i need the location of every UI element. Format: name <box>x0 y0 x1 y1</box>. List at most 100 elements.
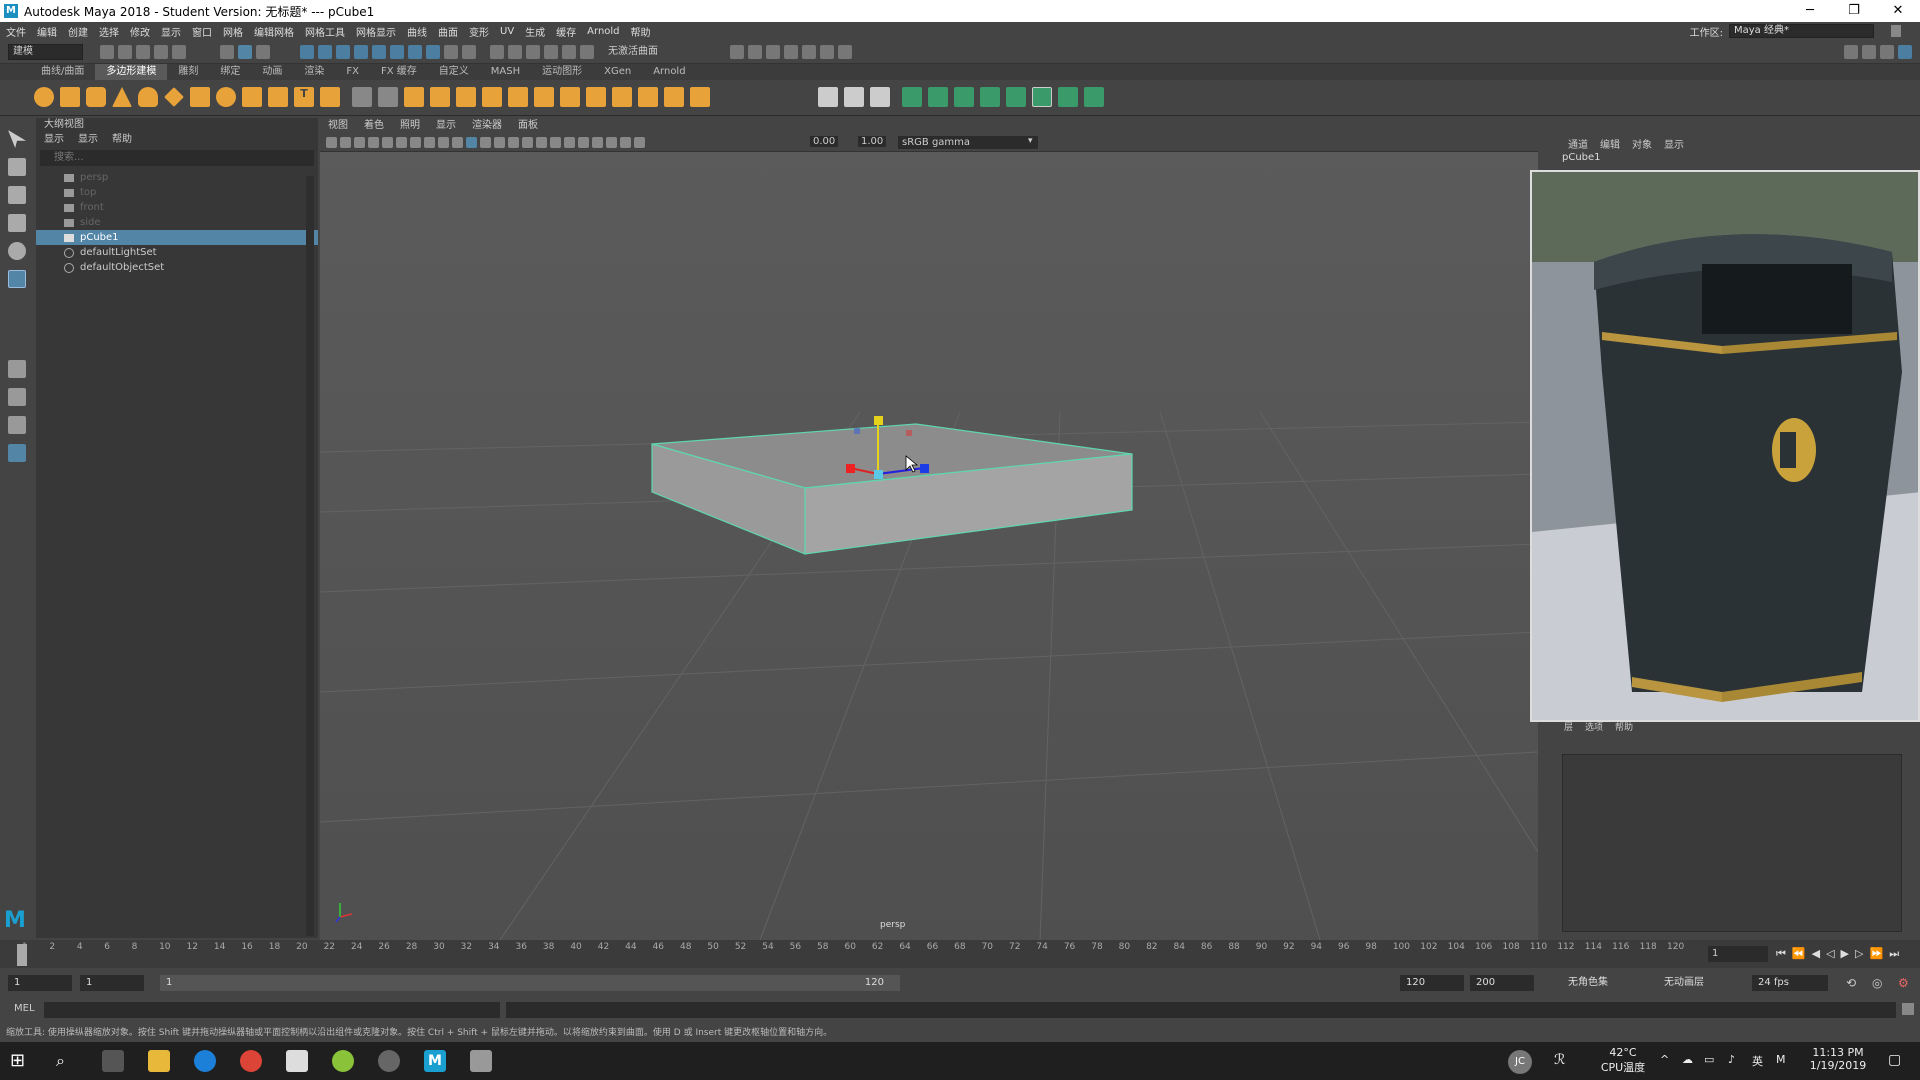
step-forward-frame-icon[interactable]: ▷ <box>1855 947 1863 961</box>
auto-key-icon[interactable]: ◎ <box>1872 976 1882 990</box>
menu-select[interactable]: 选择 <box>99 24 119 39</box>
select-object-icon[interactable] <box>238 45 252 59</box>
outliner-menu-show[interactable]: 显示 <box>78 132 98 148</box>
uv-editor-icon[interactable] <box>870 87 890 107</box>
reset-transform-icon[interactable] <box>1006 87 1026 107</box>
outliner-item-side[interactable]: side <box>36 215 318 230</box>
3d-viewport[interactable]: persp <box>320 152 1538 940</box>
mask-curves-icon[interactable] <box>336 45 350 59</box>
menu-edit[interactable]: 编辑 <box>37 24 57 39</box>
outliner-item-defaultlightset[interactable]: defaultLightSet <box>36 245 318 260</box>
color-space-dropdown[interactable]: sRGB gamma <box>898 136 1038 149</box>
poly-pyramid-icon[interactable] <box>242 87 262 107</box>
minimize-icon[interactable]: ─ <box>1788 0 1832 22</box>
ambient-occlusion-icon[interactable] <box>536 137 547 148</box>
reference-image-window[interactable] <box>1530 170 1920 722</box>
menu-generate[interactable]: 生成 <box>525 24 545 39</box>
ipr-render-icon[interactable] <box>766 45 780 59</box>
playback-end-field[interactable]: 120 <box>1400 975 1464 991</box>
xray-joints-icon[interactable] <box>620 137 631 148</box>
volume-icon[interactable]: ♪ <box>1728 1053 1735 1066</box>
network-icon[interactable]: ▭ <box>1704 1053 1714 1066</box>
shelf-tab-custom[interactable]: 自定义 <box>428 64 480 80</box>
motion-blur-icon[interactable] <box>550 137 561 148</box>
open-scene-icon[interactable] <box>118 45 132 59</box>
range-slider-bar[interactable]: 1 120 <box>160 975 900 991</box>
menu-create[interactable]: 创建 <box>68 24 88 39</box>
modeling-toolkit-icon[interactable] <box>1844 45 1858 59</box>
preferences-icon[interactable]: ⚙ <box>1898 976 1909 990</box>
separate-icon[interactable] <box>378 87 398 107</box>
center-pivot-icon[interactable] <box>954 87 974 107</box>
menu-cache[interactable]: 缓存 <box>556 24 576 39</box>
fps-dropdown[interactable]: 24 fps <box>1752 975 1828 991</box>
undo-icon[interactable] <box>154 45 168 59</box>
manip-plane-handle[interactable] <box>906 430 912 436</box>
menu-arnold[interactable]: Arnold <box>587 26 619 37</box>
outliner-search-input[interactable]: 搜索... <box>40 150 314 166</box>
layer-list[interactable] <box>1562 754 1902 932</box>
snap-grid-icon[interactable] <box>490 45 504 59</box>
field-chart-icon[interactable] <box>438 137 449 148</box>
smooth-icon[interactable] <box>404 87 424 107</box>
mail-icon[interactable] <box>286 1050 308 1072</box>
shelf-tab-rigging[interactable]: 绑定 <box>209 64 251 80</box>
select-component-icon[interactable] <box>256 45 270 59</box>
planar-map-icon[interactable] <box>818 87 838 107</box>
render-frame-icon[interactable] <box>748 45 762 59</box>
channel-box-icon[interactable] <box>1898 45 1912 59</box>
time-slider[interactable]: 1246810121416182022242628303234363840424… <box>0 940 1920 968</box>
use-lights-icon[interactable] <box>508 137 519 148</box>
depth-of-field-icon[interactable] <box>578 137 589 148</box>
mask-rendering-icon[interactable] <box>408 45 422 59</box>
character-set-dropdown[interactable]: 无角色集 <box>1562 975 1646 991</box>
shelf-tab-rendering[interactable]: 渲染 <box>293 64 335 80</box>
hypershade-icon[interactable] <box>802 45 816 59</box>
highlight-selection-icon[interactable] <box>462 45 476 59</box>
manip-center-handle[interactable] <box>874 470 883 479</box>
channel-menu-edit[interactable]: 编辑 <box>1600 136 1620 151</box>
menu-file[interactable]: 文件 <box>6 24 26 39</box>
poly-svg-icon[interactable] <box>320 87 340 107</box>
image-plane-icon[interactable] <box>368 137 379 148</box>
bookmarks-icon[interactable] <box>354 137 365 148</box>
animation-start-field[interactable]: 1 <box>8 975 72 991</box>
extrude-icon[interactable] <box>482 87 502 107</box>
menu-surfaces[interactable]: 曲面 <box>438 24 458 39</box>
task-view-icon[interactable] <box>102 1050 124 1072</box>
offset-edge-loop-icon[interactable] <box>664 87 684 107</box>
play-back-icon[interactable]: ◁ <box>1826 947 1834 961</box>
clock[interactable]: 11:13 PM 1/19/2019 <box>1800 1046 1876 1072</box>
viewport-menu-shading[interactable]: 着色 <box>364 118 384 134</box>
manip-x-handle[interactable] <box>846 464 855 473</box>
shelf-tab-poly-modeling[interactable]: 多边形建模 <box>95 64 168 80</box>
manip-z-handle[interactable] <box>920 464 929 473</box>
rotate-tool-icon[interactable] <box>8 242 26 260</box>
xray-icon[interactable] <box>1084 87 1104 107</box>
ime-indicator[interactable]: 英 <box>1752 1053 1763 1069</box>
snap-projected-center-icon[interactable] <box>544 45 558 59</box>
viewport-menu-lighting[interactable]: 照明 <box>400 118 420 134</box>
mask-surfaces-icon[interactable] <box>354 45 368 59</box>
render-view-icon[interactable] <box>730 45 744 59</box>
file-explorer-icon[interactable] <box>148 1050 170 1072</box>
channel-menu-channels[interactable]: 通道 <box>1568 136 1588 151</box>
combine-icon[interactable] <box>352 87 372 107</box>
app-leaf-icon[interactable] <box>332 1050 354 1072</box>
viewport-menu-view[interactable]: 视图 <box>328 118 348 134</box>
tool-settings-icon[interactable] <box>1880 45 1894 59</box>
outliner-menu-help[interactable]: 帮助 <box>112 132 132 148</box>
user-avatar[interactable]: JC <box>1508 1050 1532 1074</box>
bridge-icon[interactable] <box>508 87 528 107</box>
bevel-icon[interactable] <box>534 87 554 107</box>
maya-tray-icon[interactable]: M <box>1776 1053 1786 1066</box>
quad-draw-icon[interactable] <box>690 87 710 107</box>
viewport-menu-show[interactable]: 显示 <box>436 118 456 134</box>
shadows-icon[interactable] <box>522 137 533 148</box>
fill-hole-icon[interactable] <box>560 87 580 107</box>
menu-modify[interactable]: 修改 <box>130 24 150 39</box>
delete-history-icon[interactable] <box>980 87 1000 107</box>
four-view-icon[interactable] <box>8 388 26 406</box>
close-icon[interactable]: ✕ <box>1876 0 1920 22</box>
menu-deform[interactable]: 变形 <box>469 24 489 39</box>
